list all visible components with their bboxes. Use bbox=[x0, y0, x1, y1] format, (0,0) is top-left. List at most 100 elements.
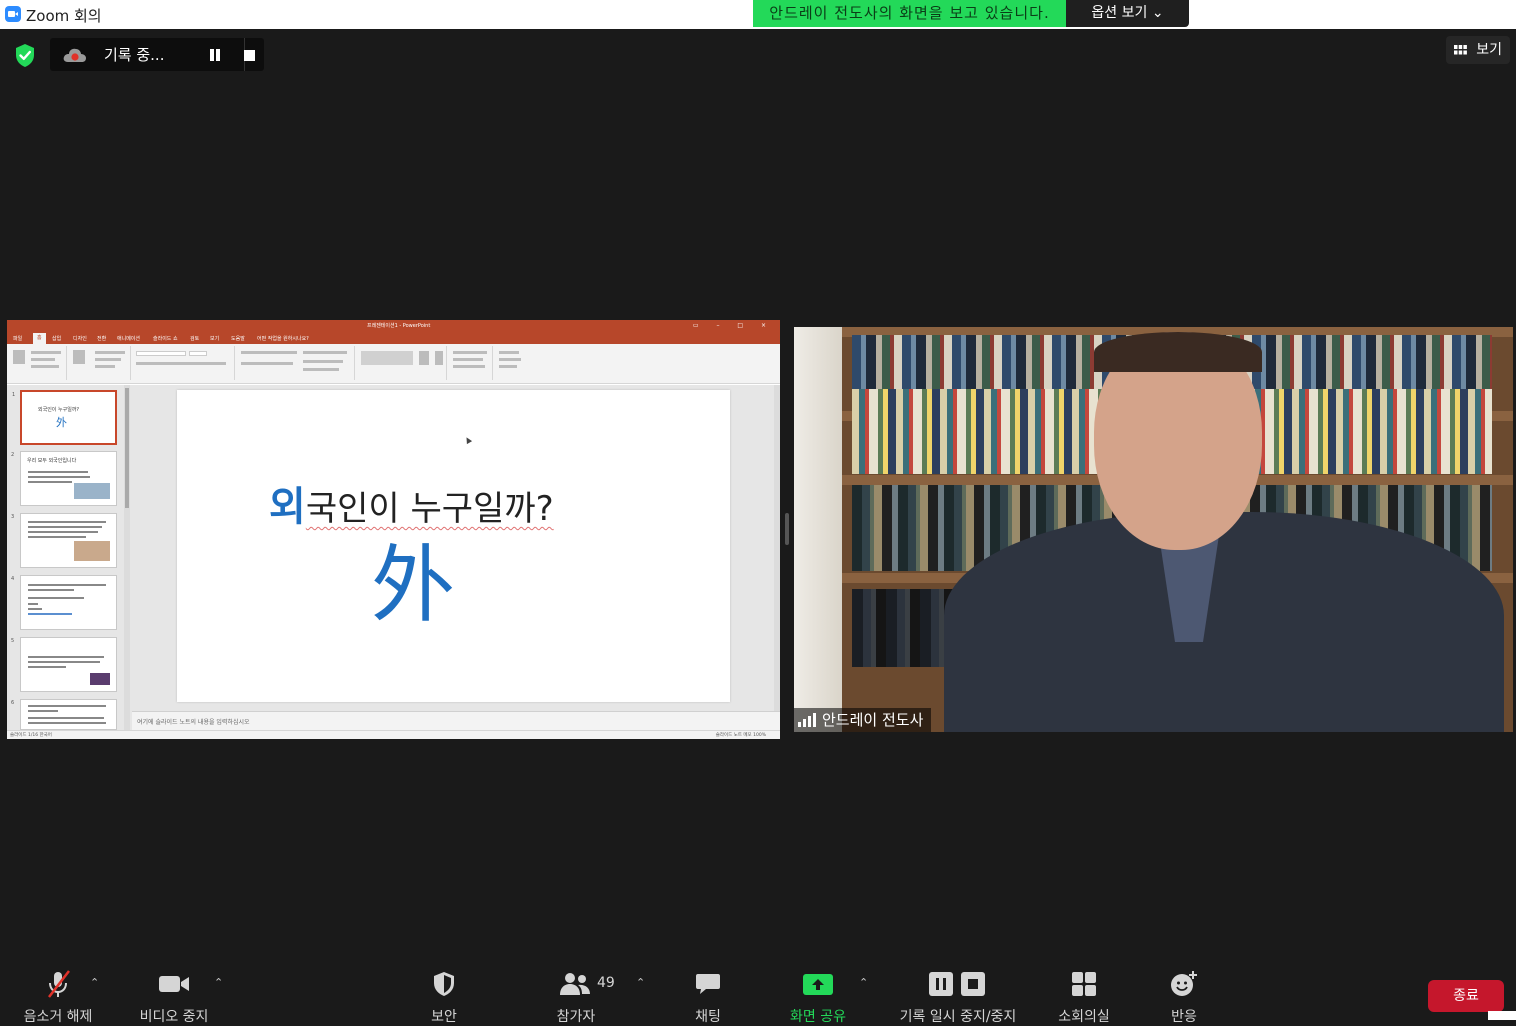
share-banner-message: 안드레이 전도사의 화면을 보고 있습니다. bbox=[753, 0, 1066, 27]
slide-number: 3 bbox=[11, 514, 15, 520]
stop-video-label: 비디오 중지 bbox=[139, 1009, 209, 1025]
participants-button[interactable]: 49 참가자 bbox=[544, 968, 615, 1025]
slide-thumbnail-pane: 1 외국인이 누구일까? 外 2 우리 모두 외국인입니다 3 4 5 6 bbox=[7, 385, 132, 730]
breakout-rooms-button[interactable]: 소회의실 bbox=[1050, 968, 1118, 1025]
chevron-down-icon: ⌄ bbox=[1151, 5, 1164, 21]
ppt-tab: 슬라이드 쇼 bbox=[153, 336, 178, 342]
ppt-tab: 검토 bbox=[190, 336, 200, 342]
ribbon-group-drawing bbox=[357, 346, 447, 380]
breakout-rooms-label: 소회의실 bbox=[1058, 1009, 1110, 1025]
grid-icon bbox=[1454, 45, 1467, 55]
cloud-recording-icon bbox=[62, 46, 88, 68]
split-view-handle[interactable] bbox=[785, 513, 789, 545]
participant-video-tile[interactable]: 안드레이 전도사 bbox=[794, 327, 1513, 732]
end-meeting-button[interactable]: 종료 bbox=[1428, 980, 1504, 1012]
reactions-label: 반응 bbox=[1171, 1009, 1197, 1025]
ribbon-group-paragraph bbox=[237, 346, 355, 380]
ppt-tab: 도움말 bbox=[231, 336, 245, 342]
slide-number: 5 bbox=[11, 638, 15, 644]
window-title: Zoom 회의 bbox=[26, 7, 102, 25]
slide-thumbnail[interactable]: 1 외국인이 누구일까? 外 bbox=[12, 390, 117, 445]
meeting-toolbar: 음소거 해제 ⌃ 비디오 중지 ⌃ 보안 49 참가자 ⌃ 채팅 화면 공유 ⌃ bbox=[0, 960, 1516, 1025]
ppt-ribbon-tabs: 파일 홈 삽입 디자인 전환 애니메이션 슬라이드 쇼 검토 보기 도움말 어떤… bbox=[7, 332, 780, 344]
signal-strength-icon bbox=[798, 713, 816, 727]
ppt-tab: 애니메이션 bbox=[117, 336, 141, 342]
ppt-tab: 전환 bbox=[97, 336, 107, 342]
shared-screen[interactable]: 프레젠테이션1 - PowerPoint ▭ – □ × 파일 홈 삽입 디자인… bbox=[7, 320, 780, 739]
editor-scrollbar[interactable] bbox=[774, 385, 780, 711]
participants-options-caret[interactable]: ⌃ bbox=[634, 968, 650, 1020]
chevron-up-icon: ⌃ bbox=[214, 976, 224, 989]
slide-notes[interactable]: 여기에 슬라이드 노트의 내용을 입력하십시오 bbox=[132, 711, 780, 730]
ribbon-group-editing bbox=[495, 346, 529, 380]
view-options-label: 옵션 보기 bbox=[1091, 5, 1148, 21]
ppt-tab-home: 홈 bbox=[33, 333, 46, 344]
slide-thumbnail-char: 外 bbox=[56, 416, 67, 429]
slide-editor: 외국인이 누구일까? 外 bbox=[132, 385, 780, 711]
chevron-up-icon: ⌃ bbox=[636, 976, 646, 989]
slide-number: 6 bbox=[11, 700, 15, 706]
participant-count: 49 bbox=[597, 975, 615, 991]
share-screen-icon bbox=[780, 968, 856, 1000]
corner-overlay bbox=[1488, 1011, 1516, 1020]
view-layout-button[interactable]: 보기 bbox=[1446, 36, 1510, 64]
security-button[interactable]: 보안 bbox=[414, 968, 474, 1025]
ppt-tell-me: 어떤 작업을 원하시나요? bbox=[257, 336, 309, 342]
video-camera-icon bbox=[128, 968, 220, 1000]
encryption-shield-icon[interactable] bbox=[10, 40, 40, 70]
ribbon-group-font bbox=[133, 346, 235, 380]
chat-label: 채팅 bbox=[695, 1009, 721, 1025]
slide-thumbnail[interactable]: 5 bbox=[11, 637, 117, 692]
recording-label: 기록 중... bbox=[104, 46, 165, 64]
reactions-button[interactable]: 반응 bbox=[1156, 968, 1212, 1025]
slide-thumbnail[interactable]: 4 bbox=[11, 575, 117, 630]
person-hair bbox=[1094, 332, 1262, 372]
slide-thumbnail-title: 우리 모두 외국인입니다 bbox=[27, 458, 77, 464]
ribbon-group-slides bbox=[69, 346, 131, 380]
ribbon-group-styles bbox=[449, 346, 493, 380]
ppt-tab: 삽입 bbox=[52, 336, 62, 342]
video-options-caret[interactable]: ⌃ bbox=[212, 968, 228, 1020]
slide-big-character: 外 bbox=[371, 536, 456, 634]
slide-thumbnail[interactable]: 6 bbox=[11, 699, 117, 730]
chat-button[interactable]: 채팅 bbox=[678, 968, 738, 1025]
chevron-up-icon: ⌃ bbox=[90, 976, 100, 989]
ppt-tab: 파일 bbox=[13, 336, 23, 342]
stop-video-button[interactable]: 비디오 중지 bbox=[128, 968, 220, 1025]
current-slide[interactable]: 외국인이 누구일까? 外 bbox=[177, 390, 730, 702]
security-label: 보안 bbox=[431, 1009, 457, 1025]
status-right: 슬라이드 노트 메모 100% bbox=[715, 733, 766, 738]
smiley-add-icon bbox=[1156, 968, 1212, 1000]
ppt-window-controls: ▭ – □ × bbox=[692, 322, 774, 329]
slide-heading-accent: 외 bbox=[269, 484, 306, 530]
recording-controls-label: 기록 일시 중지/중지 bbox=[899, 1009, 1017, 1025]
audio-options-caret[interactable]: ⌃ bbox=[88, 968, 104, 1020]
mouse-pointer-icon bbox=[463, 435, 473, 445]
ppt-titlebar: 프레젠테이션1 - PowerPoint ▭ – □ × bbox=[7, 320, 780, 332]
notes-placeholder: 여기에 슬라이드 노트의 내용을 입력하십시오 bbox=[137, 719, 250, 726]
slide-thumbnail[interactable]: 3 bbox=[11, 513, 117, 568]
stop-recording-icon[interactable] bbox=[244, 50, 255, 61]
view-button-label: 보기 bbox=[1476, 42, 1502, 58]
participant-name: 안드레이 전도사 bbox=[822, 711, 924, 729]
share-screen-button[interactable]: 화면 공유 bbox=[780, 968, 856, 1025]
share-options-caret[interactable]: ⌃ bbox=[857, 968, 873, 1020]
participant-name-tag: 안드레이 전도사 bbox=[794, 708, 932, 732]
pause-stop-recording-button[interactable]: 기록 일시 중지/중지 bbox=[888, 968, 1028, 1025]
slide-number: 2 bbox=[11, 452, 15, 458]
thumbnail-scrollbar[interactable] bbox=[124, 385, 130, 730]
recording-controls-icon bbox=[888, 968, 1028, 1000]
slide-thumbnail[interactable]: 2 우리 모두 외국인입니다 bbox=[11, 451, 117, 506]
status-left: 슬라이드 1/16 한국어 bbox=[10, 733, 52, 738]
share-screen-label: 화면 공유 bbox=[790, 1009, 846, 1025]
ppt-tab: 디자인 bbox=[73, 336, 87, 342]
chevron-up-icon: ⌃ bbox=[859, 976, 869, 989]
view-options-button[interactable]: 옵션 보기 ⌄ bbox=[1066, 0, 1189, 27]
breakout-rooms-icon bbox=[1050, 968, 1118, 1000]
slide-thumbnail-title: 외국인이 누구일까? bbox=[38, 407, 80, 413]
ppt-statusbar: 슬라이드 1/16 한국어 슬라이드 노트 메모 100% bbox=[7, 730, 780, 739]
pause-recording-icon[interactable] bbox=[209, 49, 221, 61]
person-body bbox=[944, 512, 1504, 732]
chat-bubble-icon bbox=[678, 968, 738, 1000]
ribbon-group-clipboard bbox=[9, 346, 67, 380]
